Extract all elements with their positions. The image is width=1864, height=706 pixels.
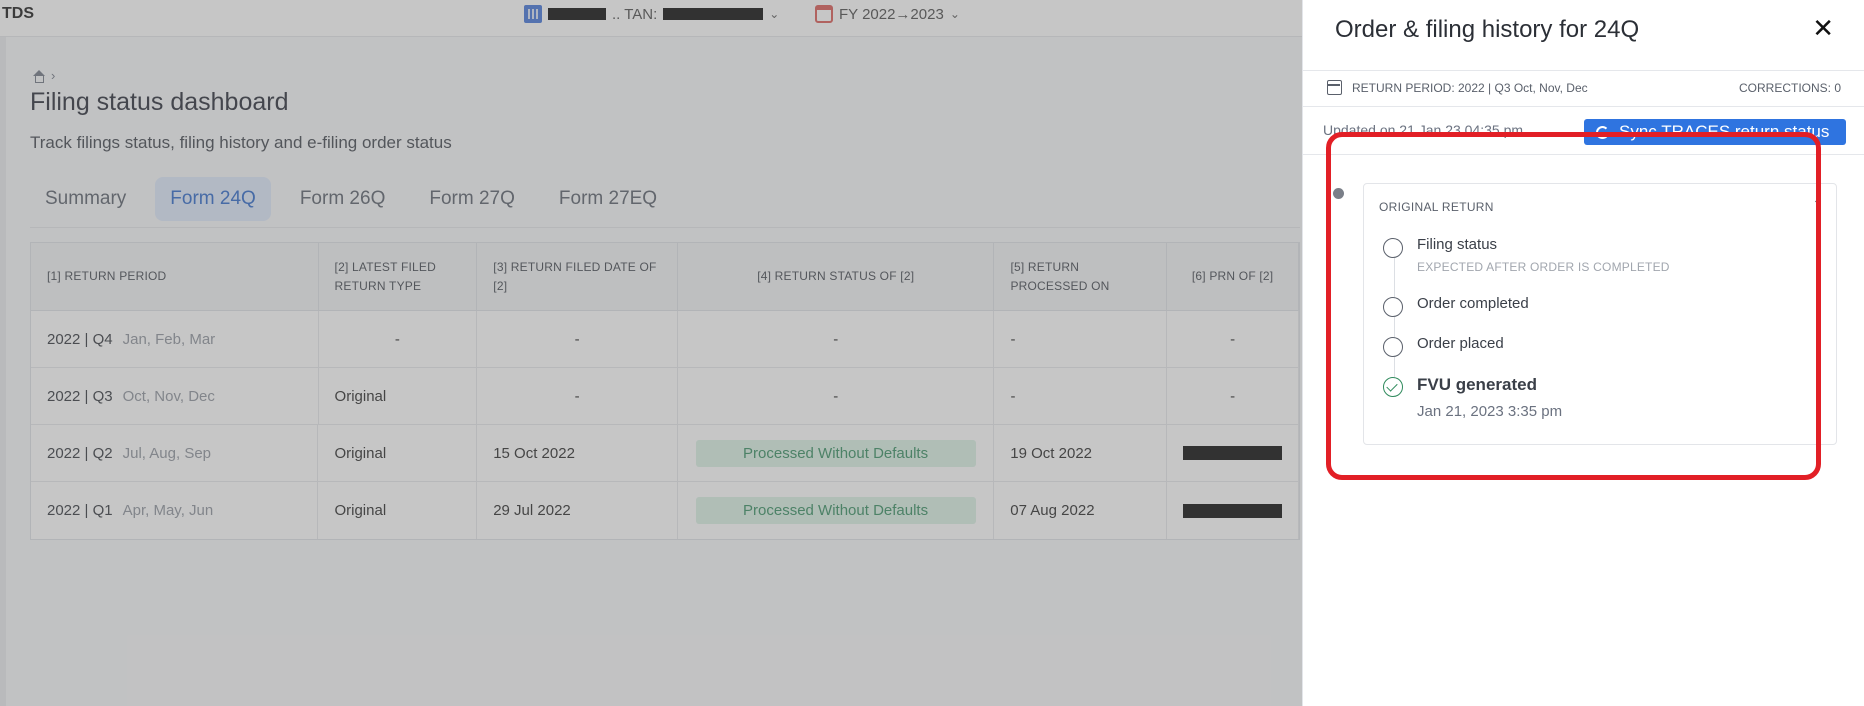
pending-circle-icon <box>1383 337 1403 357</box>
drawer-meta-row: RETURN PERIOD: 2022 | Q3 Oct, Nov, Dec C… <box>1327 80 1841 95</box>
divider <box>1303 70 1864 71</box>
step-filing-status: Filing status EXPECTED AFTER ORDER IS CO… <box>1383 236 1670 274</box>
pending-circle-icon <box>1383 297 1403 317</box>
return-period-label: RETURN PERIOD: 2022 | Q3 Oct, Nov, Dec <box>1352 80 1588 95</box>
step-timestamp: Jan 21, 2023 3:35 pm <box>1417 403 1563 420</box>
step-label: Order completed <box>1417 295 1529 312</box>
chevron-up-icon[interactable]: ⌃ <box>1812 196 1824 213</box>
step-label: FVU generated <box>1417 375 1537 394</box>
calendar-icon <box>1327 80 1342 95</box>
sync-button-label: Sync TRACES return status <box>1619 122 1830 141</box>
modal-backdrop[interactable] <box>0 0 1302 706</box>
divider <box>1303 154 1864 155</box>
pending-circle-icon <box>1383 238 1403 258</box>
drawer-title: Order & filing history for 24Q <box>1335 16 1640 43</box>
divider <box>1303 106 1864 107</box>
sync-icon <box>1596 125 1609 139</box>
step-fvu-generated: FVU generated Jan 21, 2023 3:35 pm <box>1383 375 1562 420</box>
corrections-label: CORRECTIONS: 0 <box>1738 80 1841 95</box>
timeline-dot-icon <box>1333 188 1344 199</box>
updated-timestamp: Updated on 21 Jan 23 04:35 pm <box>1323 122 1524 138</box>
step-label: Filing status <box>1417 236 1498 253</box>
step-order-completed: Order completed <box>1383 295 1529 317</box>
step-label: Order placed <box>1417 335 1504 352</box>
card-title: ORIGINAL RETURN <box>1379 200 1494 214</box>
order-history-drawer: Order & filing history for 24Q ✕ RETURN … <box>1302 0 1864 706</box>
step-order-placed: Order placed <box>1383 335 1504 357</box>
original-return-card: ORIGINAL RETURN ⌃ Filing status EXPECTED… <box>1363 183 1837 445</box>
check-circle-icon <box>1383 377 1403 397</box>
close-icon[interactable]: ✕ <box>1812 15 1834 41</box>
step-subtext: EXPECTED AFTER ORDER IS COMPLETED <box>1417 260 1670 274</box>
sync-traces-button[interactable]: Sync TRACES return status <box>1584 119 1846 145</box>
